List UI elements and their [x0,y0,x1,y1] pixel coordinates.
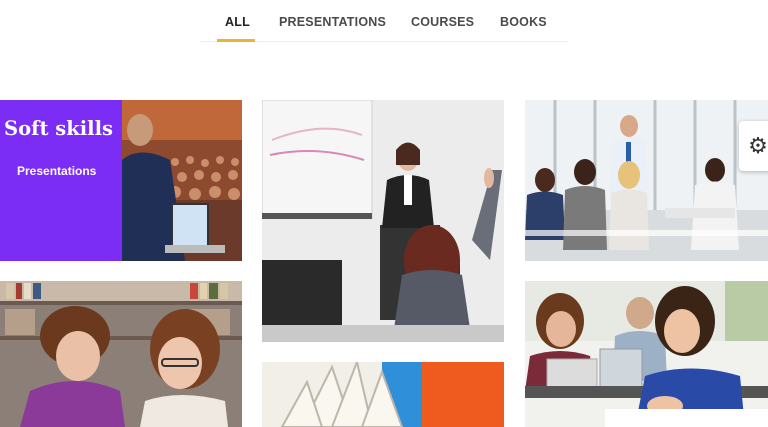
portfolio-tile-book[interactable] [262,362,504,427]
tile-title: Soft skills [4,117,113,140]
open-book-photo [262,362,504,427]
portfolio-tile-presenter[interactable] [262,100,504,342]
tab-presentations[interactable]: PRESENTATIONS [279,15,386,29]
settings-button[interactable]: ⚙ [739,121,768,171]
tab-all[interactable]: ALL [225,15,250,29]
portfolio-tile-meeting[interactable] [525,100,768,261]
soft-skills-overlay: Soft skills Presentations [0,100,122,261]
portfolio-tile-study[interactable] [525,281,768,427]
tab-books[interactable]: BOOKS [500,15,547,29]
classroom-presenter-photo [262,100,504,342]
portfolio-tile-library[interactable] [0,281,242,427]
tab-courses[interactable]: COURSES [411,15,474,29]
gear-icon: ⚙ [748,133,768,158]
active-tab-indicator [217,39,255,42]
tile-subtitle: Presentations [17,164,97,178]
students-studying-photo [525,281,768,427]
library-students-photo [0,281,242,427]
portfolio-tile-soft-skills[interactable]: Soft skills Presentations [0,100,242,261]
office-meeting-photo [525,100,768,261]
